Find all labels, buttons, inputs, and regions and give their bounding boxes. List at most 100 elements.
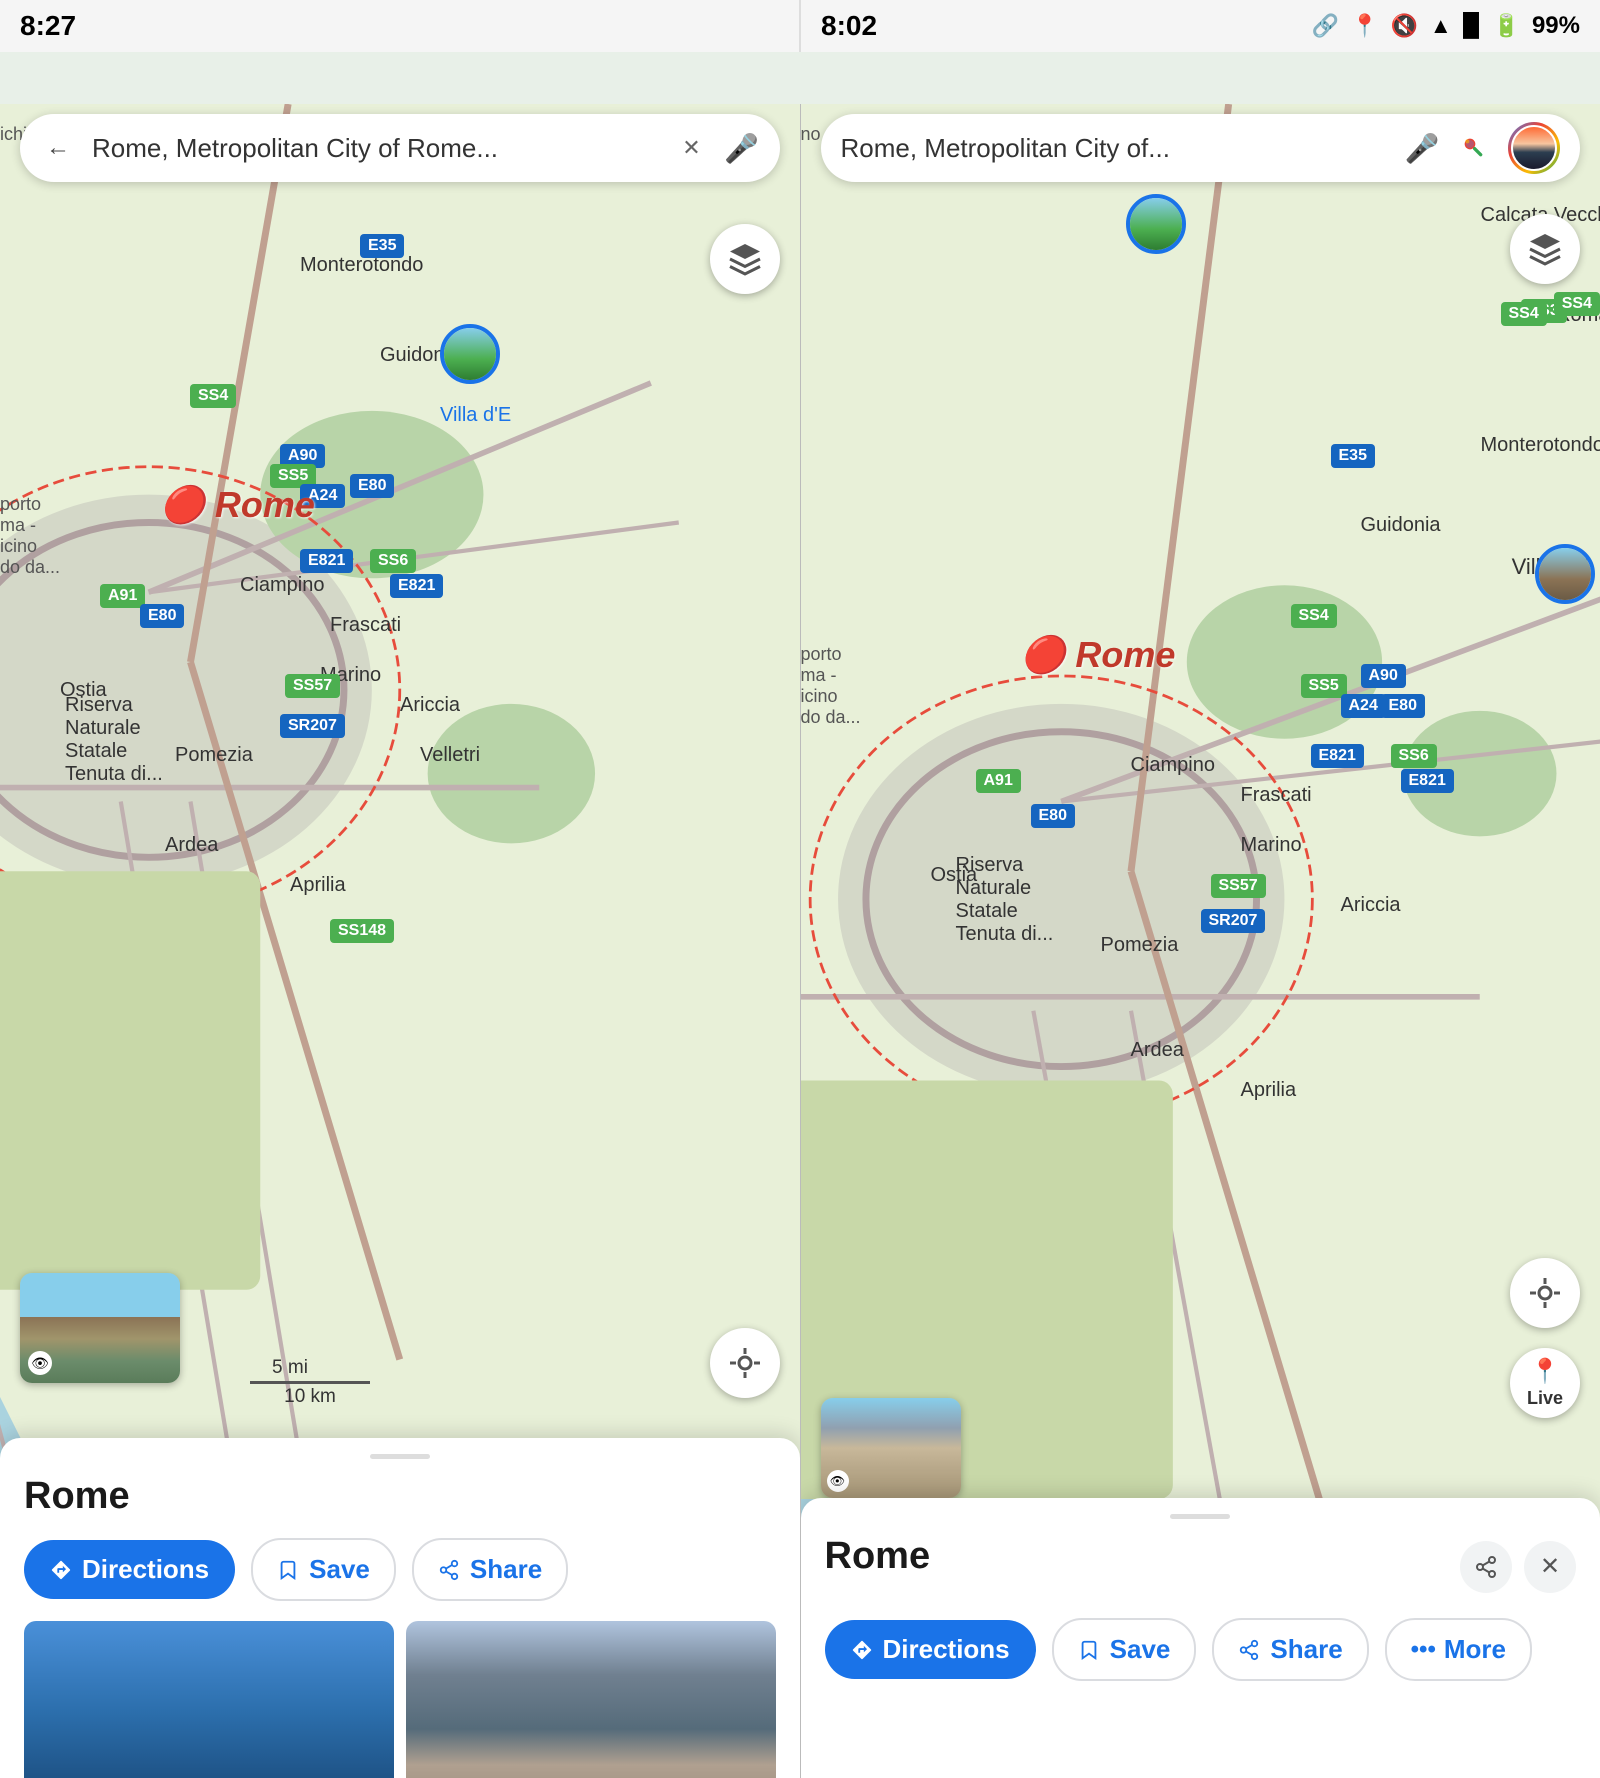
right-layer-btn[interactable]: [1510, 214, 1580, 284]
right-lens-btn[interactable]: [1456, 130, 1492, 166]
left-frascati-label: Frascati: [330, 614, 401, 637]
right-time: 8:02: [821, 10, 877, 42]
left-porto-label: portoma -icinodo da...: [0, 494, 60, 578]
right-search-text: Rome, Metropolitan City of...: [841, 133, 1389, 164]
right-guidonia-label: Guidonia: [1361, 514, 1441, 537]
left-villa-label: Villa d'E: [440, 404, 511, 427]
left-riserva-label: RiservaNaturaleStataleTenuta di...: [65, 694, 163, 786]
left-search-bar[interactable]: ← Rome, Metropolitan City of Rome... ✕ 🎤: [20, 114, 780, 182]
right-a24-badge: A24: [1341, 694, 1386, 718]
muted-icon: 🔇: [1390, 13, 1417, 39]
right-thumbnail[interactable]: 👁: [821, 1398, 961, 1498]
live-label: Live: [1527, 1388, 1563, 1409]
left-photo-strip: [24, 1621, 776, 1778]
left-ss6-badge: SS6: [370, 549, 416, 573]
left-pomezia-label: Pomezia: [175, 744, 253, 767]
right-share-icon-btn[interactable]: [1460, 1541, 1512, 1593]
battery-icon: 🔋: [1493, 13, 1520, 39]
right-sheet-title: Rome: [825, 1535, 931, 1578]
left-sr207-badge: SR207: [280, 714, 345, 738]
right-share-btn[interactable]: Share: [1212, 1618, 1368, 1681]
right-ss6-badge: SS6: [1391, 744, 1437, 768]
right-ss4-1-badge: SS4: [1554, 292, 1600, 316]
left-scale: 5 mi 10 km: [250, 1357, 370, 1408]
wifi-icon: ▲: [1430, 13, 1452, 39]
left-bottom-sheet: Rome Directions Save: [0, 1438, 800, 1778]
left-rome-label: 🔴 Rome: [160, 484, 315, 526]
left-map-panel[interactable]: 🔴 Rome Guidonia Fiano Romano Monterotond…: [0, 104, 801, 1778]
right-ss5-badge: SS5: [1301, 674, 1347, 698]
location-icon: 📍: [1351, 13, 1378, 39]
right-sheet-title-row: Rome ✕: [825, 1535, 1577, 1598]
left-mic-btn[interactable]: 🎤: [724, 130, 760, 166]
left-photo-1[interactable]: [24, 1621, 394, 1778]
right-bottom-sheet: Rome ✕ Directions: [801, 1498, 1600, 1778]
left-ariccia-label: Ariccia: [400, 694, 460, 717]
left-share-btn[interactable]: Share: [412, 1538, 568, 1601]
right-search-wrapper: Rome, Metropolitan City of... 🎤: [801, 104, 1600, 192]
right-live-btn[interactable]: 📍 Live: [1510, 1348, 1580, 1418]
left-time: 8:27: [20, 10, 76, 42]
right-pomezia-label: Pomezia: [1101, 934, 1179, 957]
right-save-btn[interactable]: Save: [1052, 1618, 1197, 1681]
left-aprilia-label: Aprilia: [290, 874, 346, 897]
left-sheet-handle: [370, 1454, 430, 1459]
right-battery: 99%: [1532, 12, 1580, 40]
right-aprilia-label: Aprilia: [1241, 1079, 1297, 1102]
status-bar-container: 8:27 8:02 🔗 📍 🔇 ▲ ▉ 🔋 99%: [0, 0, 1600, 52]
right-marino-label: Marino: [1241, 834, 1302, 857]
right-a90-badge: A90: [1361, 664, 1406, 688]
left-directions-btn[interactable]: Directions: [24, 1540, 235, 1599]
left-locate-btn[interactable]: [710, 1328, 780, 1398]
left-layer-btn[interactable]: [710, 224, 780, 294]
right-sheet-actions: Directions Save Share •••: [825, 1618, 1577, 1681]
right-porto-label: portoma -icinodo da...: [801, 644, 861, 728]
right-monterotondo-label: Monterotondo: [1481, 434, 1600, 457]
left-clear-btn[interactable]: ✕: [676, 132, 708, 164]
right-map-panel[interactable]: 🔴 Rome Calcata Vecchia Fiano Romano Mont…: [801, 104, 1600, 1778]
right-ariccia-label: Ariccia: [1341, 894, 1401, 917]
right-search-bar[interactable]: Rome, Metropolitan City of... 🎤: [821, 114, 1581, 182]
right-guidonia-pin[interactable]: [1535, 544, 1595, 604]
left-sheet-title: Rome: [24, 1475, 776, 1518]
right-more-btn[interactable]: ••• More: [1385, 1618, 1532, 1681]
left-e80-badge: E80: [350, 474, 394, 498]
right-e821-badge: E821: [1311, 744, 1364, 768]
maps-container: 🔴 Rome Guidonia Fiano Romano Monterotond…: [0, 104, 1600, 1778]
left-status-bar: 8:27: [0, 0, 799, 52]
left-location-pin[interactable]: [440, 324, 500, 384]
left-e821-2-badge: E821: [390, 574, 443, 598]
left-sheet-actions: Directions Save Share: [24, 1538, 776, 1601]
left-ss57-badge: SS57: [285, 674, 340, 698]
right-e35-badge: E35: [1331, 444, 1375, 468]
left-save-btn[interactable]: Save: [251, 1538, 396, 1601]
left-back-btn[interactable]: ←: [40, 130, 76, 166]
right-mic-btn[interactable]: 🎤: [1404, 130, 1440, 166]
left-photo-2[interactable]: [406, 1621, 776, 1778]
left-velletri-label: Velletri: [420, 744, 480, 767]
left-thumbnail[interactable]: 👁: [20, 1273, 180, 1383]
live-icon: 📍: [1530, 1357, 1560, 1386]
left-ss4-badge: SS4: [190, 384, 236, 408]
left-ciampino-label: Ciampino: [240, 574, 324, 597]
right-status-bar: 8:02 🔗 📍 🔇 ▲ ▉ 🔋 99%: [801, 0, 1600, 52]
right-riserva-label: RiservaNaturaleStataleTenuta di...: [956, 854, 1054, 946]
right-ardea-label: Ardea: [1131, 1039, 1184, 1062]
right-directions-btn[interactable]: Directions: [825, 1620, 1036, 1679]
left-e821-badge: E821: [300, 549, 353, 573]
right-ciampino-label: Ciampino: [1131, 754, 1215, 777]
right-locate-btn[interactable]: [1510, 1258, 1580, 1328]
right-e80-badge: E80: [1381, 694, 1425, 718]
right-sr207-badge: SR207: [1201, 909, 1266, 933]
right-close-btn[interactable]: ✕: [1524, 1541, 1576, 1593]
right-sheet-title-actions: ✕: [1460, 1541, 1576, 1593]
right-a91-badge: A91: [976, 769, 1021, 793]
right-frascati-label: Frascati: [1241, 784, 1312, 807]
right-avatar[interactable]: [1508, 122, 1560, 174]
right-ss57-badge: SS57: [1211, 874, 1266, 898]
right-top-pin[interactable]: [1126, 194, 1186, 254]
right-ss4-badge: SS4: [1291, 604, 1337, 628]
left-e80-2-badge: E80: [140, 604, 184, 628]
left-search-wrapper: ← Rome, Metropolitan City of Rome... ✕ 🎤: [0, 104, 800, 192]
signal-icon: ▉: [1464, 13, 1481, 39]
